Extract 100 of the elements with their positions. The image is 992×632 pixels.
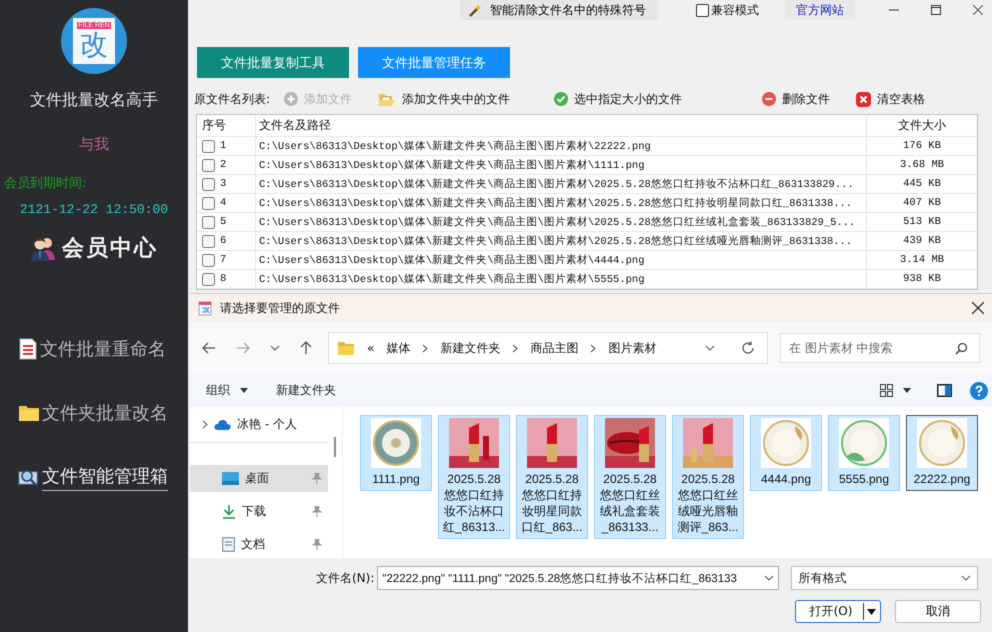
breadcrumb-item[interactable]: 商品主图 <box>530 340 578 356</box>
folder-icon <box>337 340 355 356</box>
up-arrow-icon[interactable] <box>300 341 312 355</box>
chevron-right-icon <box>202 420 208 430</box>
chevron-down-icon <box>764 575 774 581</box>
address-bar[interactable]: « 媒体 新建文件夹 商品主图 图片素材 <box>328 332 768 364</box>
row-number: 7 <box>220 254 226 266</box>
file-name: 1111.png <box>371 471 421 487</box>
document-icon <box>18 338 38 360</box>
table-cell: 513 KB <box>866 213 977 231</box>
file-tile[interactable]: 22222.png <box>906 415 978 491</box>
back-arrow-icon[interactable] <box>202 342 216 354</box>
plus-icon <box>284 92 298 106</box>
expiry-label: 会员到期时间: <box>3 175 86 192</box>
table-cell: 445 KB <box>866 175 977 193</box>
pin-icon <box>312 539 322 550</box>
breadcrumb-item[interactable]: 媒体 <box>386 340 410 356</box>
organize-menu[interactable]: 组织 <box>206 382 230 399</box>
clean-symbols-button[interactable]: 智能清除文件名中的特殊符号 <box>460 0 658 20</box>
file-name: 2025.5.28悠悠口红丝绒哑光唇釉测评_863... <box>676 471 740 535</box>
compat-checkbox[interactable] <box>696 4 709 16</box>
file-tile[interactable]: 2025.5.28悠悠口红丝绒哑光唇釉测评_863... <box>672 415 744 539</box>
new-folder-button[interactable]: 新建文件夹 <box>276 382 336 399</box>
pin-icon <box>312 506 322 518</box>
website-link[interactable]: 官方网站 <box>785 0 855 20</box>
file-tile[interactable]: 2025.5.28悠悠口红持妆明星同款口红_863... <box>516 415 588 539</box>
table-cell: 3.68 MB <box>866 156 977 174</box>
user-name: 与我 <box>79 135 109 154</box>
column-header[interactable]: 文件大小 <box>866 115 977 136</box>
close-icon <box>856 92 872 106</box>
row-checkbox[interactable] <box>202 158 215 172</box>
folder-icon <box>378 92 396 106</box>
nav-pane-item[interactable]: 文档 <box>190 531 328 558</box>
file-tile[interactable]: 4444.png <box>750 415 822 491</box>
breadcrumb-item[interactable]: 图片素材 <box>608 340 656 356</box>
row-number: 1 <box>220 140 226 152</box>
nav-pane-item[interactable]: 下载 <box>190 498 328 526</box>
toolbar-button[interactable]: 添加文件夹中的文件 <box>378 90 510 108</box>
row-number: 3 <box>220 178 226 190</box>
file-name-field[interactable]: "22222.png" "1111.png" "2025.5.28悠悠口红持妆不沾杯口红_863133 <box>377 566 780 590</box>
row-checkbox[interactable] <box>202 196 215 210</box>
table-cell: C:\Users\86313\Desktop\媒体\新建文件夹\商品主图\图片素材\2025.5.28悠悠口红丝绒哑光唇釉测评_8631338... <box>255 232 866 250</box>
table-cell: 439 KB <box>866 232 977 250</box>
member-center-link[interactable]: 会员中心 <box>62 233 158 263</box>
file-tile[interactable]: 5555.png <box>828 415 900 491</box>
refresh-icon[interactable] <box>741 341 755 355</box>
preview-pane-icon[interactable] <box>937 384 952 397</box>
column-header[interactable]: 序号 <box>197 117 255 134</box>
breadcrumb-item[interactable]: 新建文件夹 <box>440 340 500 356</box>
chevron-down-icon[interactable] <box>270 345 280 351</box>
column-header[interactable]: 文件名及路径 <box>255 115 866 136</box>
caret-icon[interactable] <box>903 388 911 393</box>
nav-pane-item[interactable]: 桌面 <box>190 465 328 492</box>
help-icon[interactable] <box>970 382 988 400</box>
chevron-down-icon[interactable] <box>705 345 715 351</box>
row-checkbox[interactable] <box>202 216 215 228</box>
row-checkbox[interactable] <box>202 140 215 152</box>
row-checkbox[interactable] <box>202 254 215 266</box>
file-name-label: 文件名(N): <box>316 570 374 586</box>
row-checkbox[interactable] <box>202 178 215 190</box>
toolbar-button[interactable]: 删除文件 <box>762 90 830 108</box>
close-icon[interactable] <box>972 302 984 314</box>
desktop-icon <box>222 472 239 486</box>
row-checkbox[interactable] <box>202 234 215 248</box>
file-tile[interactable]: 2025.5.28悠悠口红持妆不沾杯口红_86313... <box>438 415 510 539</box>
row-number: 2 <box>220 159 226 171</box>
toolbar-button[interactable]: 清空表格 <box>856 90 926 108</box>
grid-view-icon[interactable] <box>880 384 893 397</box>
file-name: 22222.png <box>912 471 972 487</box>
scrollbar-thumb[interactable] <box>334 437 336 457</box>
row-checkbox[interactable] <box>202 272 215 286</box>
file-name: 2025.5.28悠悠口红丝绒礼盒套装_863133... <box>599 471 661 535</box>
mode-tab[interactable]: 文件批量复制工具 <box>197 47 349 78</box>
file-name: 2025.5.28悠悠口红持妆明星同款口红_863... <box>520 471 584 535</box>
file-type-dropdown[interactable]: 所有格式 <box>791 566 978 590</box>
sidebar-item[interactable]: 文件智能管理箱 <box>18 461 188 493</box>
close-icon[interactable] <box>973 5 983 15</box>
logo-glyph: 改 <box>80 29 108 61</box>
cancel-button[interactable]: 取消 <box>895 600 981 623</box>
table-cell: C:\Users\86313\Desktop\媒体\新建文件夹\商品主图\图片素材\4444.png <box>255 251 866 269</box>
caret-icon <box>867 608 876 614</box>
table-cell: 938 KB <box>866 270 977 288</box>
compat-label: 兼容模式 <box>711 2 759 18</box>
maximize-icon[interactable] <box>931 5 941 15</box>
sidebar-item[interactable]: 文件夹批量改名 <box>18 397 188 429</box>
row-number: 8 <box>220 273 226 285</box>
nav-pane-item[interactable]: 冰艳 - 个人 <box>190 413 328 444</box>
file-name: 5555.png <box>838 471 890 487</box>
file-tile[interactable]: 1111.png <box>360 415 432 491</box>
breadcrumb-item[interactable]: « <box>367 341 374 355</box>
toolbar-button[interactable]: 选中指定大小的文件 <box>554 90 682 108</box>
chevron-right-icon <box>422 344 428 352</box>
search-field[interactable]: 在 图片素材 中搜索 <box>780 333 980 363</box>
open-button[interactable]: 打开(O) <box>795 600 881 623</box>
folder-icon <box>18 404 40 422</box>
sidebar-item[interactable]: 文件批量重命名 <box>18 333 188 365</box>
people-icon <box>30 235 58 261</box>
app-name: 文件批量改名高手 <box>30 90 158 111</box>
file-tile[interactable]: 2025.5.28悠悠口红丝绒礼盒套装_863133... <box>594 415 666 539</box>
table-cell: C:\Users\86313\Desktop\媒体\新建文件夹\商品主图\图片素材\1111.png <box>255 156 866 174</box>
